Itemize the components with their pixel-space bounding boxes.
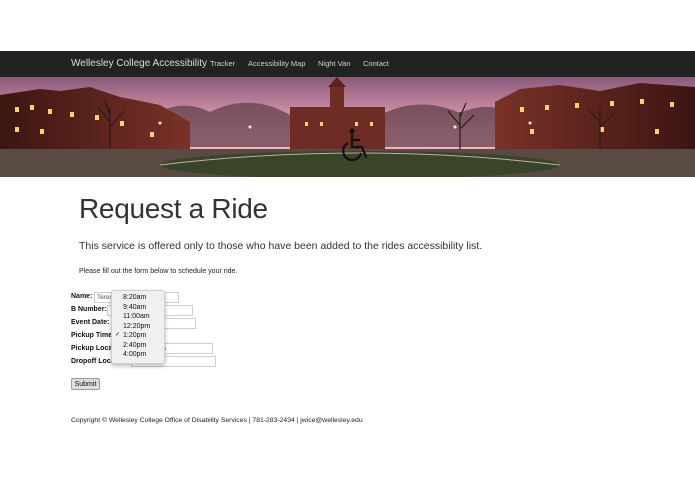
time-option-1220pm[interactable]: 12:20pm (112, 322, 164, 331)
navbar-brand[interactable]: Wellesley College Accessibility (71, 58, 207, 69)
b-number-label: B Number: (71, 306, 107, 313)
checkmark-icon: ✓ (115, 332, 121, 338)
nav-link-tracker[interactable]: Tracker (210, 59, 235, 68)
time-option-120pm[interactable]: ✓ 1:20pm (112, 331, 164, 340)
nav-link-contact[interactable]: Contact (363, 59, 389, 68)
form-instructions: Please fill out the form below to schedu… (79, 268, 238, 275)
submit-button[interactable]: Submit (71, 378, 100, 390)
nav-link-accessibility-map[interactable]: Accessibility Map (248, 59, 306, 68)
hero-banner (0, 77, 695, 177)
pickup-location-label: Pickup Loca (71, 345, 113, 352)
pickup-time-label: Pickup Time (71, 332, 113, 339)
top-navbar: Wellesley College Accessibility Tracker … (0, 51, 695, 77)
page-title: Request a Ride (79, 193, 268, 224)
service-notice: This service is offered only to those wh… (79, 240, 483, 252)
time-option-940am[interactable]: 9:40am (112, 303, 164, 312)
time-option-240pm[interactable]: 2:40pm (112, 341, 164, 350)
campus-panorama-image (0, 77, 695, 177)
footer-copyright: Copyright © Wellesley College Office of … (71, 417, 363, 424)
name-label: Name: (71, 293, 93, 300)
nav-link-night-van[interactable]: Night Van (318, 59, 350, 68)
time-option-820am[interactable]: 8:20am (112, 293, 164, 302)
time-option-400pm[interactable]: 4:00pm (112, 350, 164, 359)
pickup-time-dropdown[interactable]: 8:20am 9:40am 11:00am 12:20pm ✓ 1:20pm 2:… (111, 290, 165, 364)
time-option-1100am[interactable]: 11:00am (112, 312, 164, 321)
event-date-label: Event Date: (71, 319, 110, 326)
